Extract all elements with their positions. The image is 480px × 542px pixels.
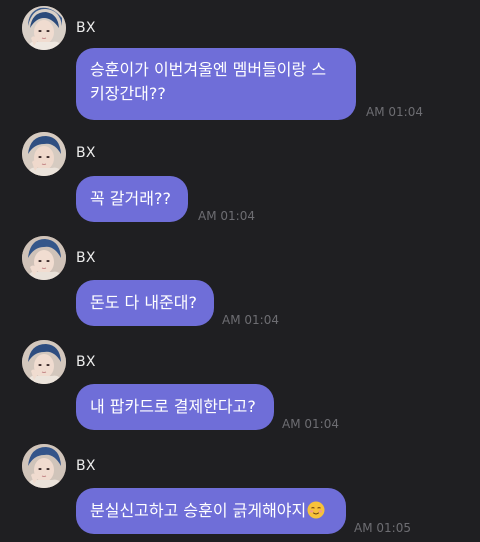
sender-name: BX [76, 458, 96, 474]
sender-name: BX [76, 354, 96, 370]
profile-photo-icon [22, 6, 66, 50]
sender-name: BX [76, 145, 96, 161]
sender-name: BX [76, 250, 96, 266]
sender-name: BX [76, 20, 96, 36]
message-bubble[interactable]: 승훈이가 이번겨울엔 멤버들이랑 스 키장간대?? [76, 48, 356, 120]
avatar[interactable] [22, 236, 66, 280]
message-bubble[interactable]: 돈도 다 내준대? [76, 280, 214, 326]
message-bubble[interactable]: 꼭 갈거래?? [76, 176, 188, 222]
avatar[interactable] [22, 444, 66, 488]
smiling-face-emoji-icon [307, 501, 325, 519]
profile-photo-icon [22, 236, 66, 280]
message-text: 분실신고하고 승훈이 긁게해야지 [90, 501, 307, 520]
avatar[interactable] [22, 6, 66, 50]
avatar[interactable] [22, 340, 66, 384]
message-timestamp: AM 01:05 [354, 521, 411, 535]
message-timestamp: AM 01:04 [366, 105, 423, 119]
chat-window: BX 승훈이가 이번겨울엔 멤버들이랑 스 키장간대?? AM 01:04 BX… [0, 0, 480, 542]
profile-photo-icon [22, 340, 66, 384]
message-timestamp: AM 01:04 [198, 209, 255, 223]
profile-photo-icon [22, 444, 66, 488]
profile-photo-icon [22, 132, 66, 176]
message-bubble[interactable]: 내 팝카드로 결제한다고? [76, 384, 274, 430]
avatar[interactable] [22, 132, 66, 176]
message-bubble[interactable]: 분실신고하고 승훈이 긁게해야지 [76, 488, 346, 534]
message-timestamp: AM 01:04 [282, 417, 339, 431]
message-timestamp: AM 01:04 [222, 313, 279, 327]
